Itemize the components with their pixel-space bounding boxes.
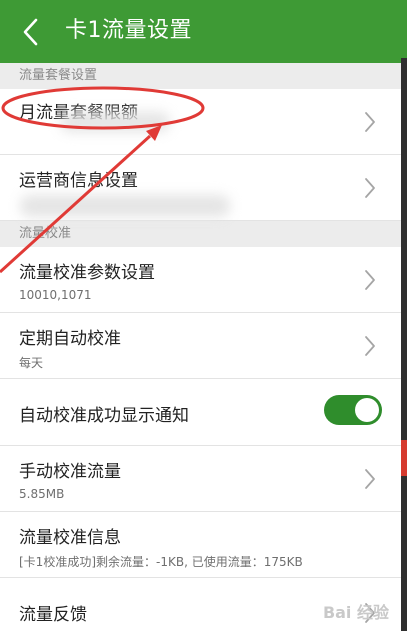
chevron-left-icon	[23, 18, 38, 46]
edge-strip	[401, 0, 407, 58]
row-manual-calibration[interactable]: 手动校准流量 5.85MB	[0, 446, 401, 512]
blur-patch	[60, 112, 170, 132]
row-success-notification[interactable]: 自动校准成功显示通知	[0, 379, 401, 446]
row-carrier-info-label: 运营商信息设置	[19, 171, 138, 191]
row-manual-calibration-value: 5.85MB	[19, 487, 65, 501]
section-header-calibration: 流量校准	[0, 221, 401, 247]
edge-strip	[401, 58, 407, 631]
row-calibration-info[interactable]: 流量校准信息 [卡1校准成功]剩余流量：-1KB, 已使用流量：175KB	[0, 512, 401, 578]
row-manual-calibration-label: 手动校准流量	[19, 462, 121, 482]
app-bar: 卡1流量设置	[0, 0, 401, 63]
section-header-plan: 流量套餐设置	[0, 63, 401, 89]
blur-patch	[20, 195, 230, 217]
row-auto-calibration-label: 定期自动校准	[19, 329, 121, 349]
row-calibration-info-value: [卡1校准成功]剩余流量：-1KB, 已使用流量：175KB	[19, 555, 303, 569]
row-feedback-label: 流量反馈	[19, 605, 87, 625]
row-calibration-params[interactable]: 流量校准参数设置 10010,1071	[0, 247, 401, 313]
edge-strip	[401, 440, 407, 476]
row-calibration-params-label: 流量校准参数设置	[19, 263, 155, 283]
chevron-right-icon	[365, 178, 375, 198]
chevron-right-icon	[365, 270, 375, 290]
back-button[interactable]	[18, 17, 44, 47]
notification-toggle[interactable]	[324, 395, 382, 425]
row-calibration-params-value: 10010,1071	[19, 288, 92, 302]
watermark: Bai 经验	[322, 603, 389, 622]
chevron-right-icon	[365, 336, 375, 356]
row-auto-calibration[interactable]: 定期自动校准 每天	[0, 313, 401, 379]
chevron-right-icon	[365, 469, 375, 489]
chevron-right-icon	[365, 112, 375, 132]
page-title: 卡1流量设置	[65, 18, 192, 43]
row-calibration-info-label: 流量校准信息	[19, 528, 121, 548]
screen: 卡1流量设置 流量套餐设置 月流量套餐限额 运营商信息设置 流量校准 流量校准参…	[0, 0, 401, 631]
toggle-knob	[355, 398, 379, 422]
row-auto-calibration-value: 每天	[19, 356, 44, 370]
row-success-notification-label: 自动校准成功显示通知	[19, 406, 189, 426]
